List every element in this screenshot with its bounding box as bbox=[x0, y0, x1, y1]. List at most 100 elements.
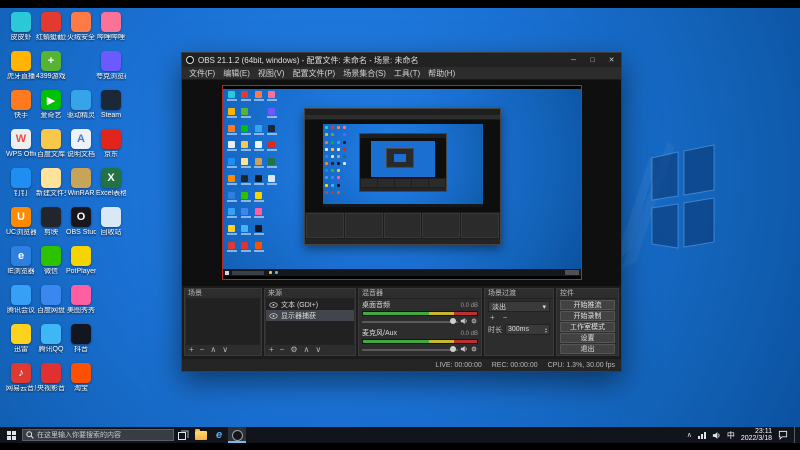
spinner-down-icon[interactable]: ▾ bbox=[545, 329, 547, 333]
sources-list[interactable]: 文本 (GDI+) 显示器捕获 bbox=[266, 299, 354, 344]
task-view-button[interactable] bbox=[174, 427, 192, 443]
file-explorer-button[interactable] bbox=[192, 427, 210, 443]
desktop-icon[interactable]: 驱动精灵 bbox=[66, 90, 96, 128]
desktop-icon[interactable]: +4399游戏盒 bbox=[36, 51, 66, 89]
menu-scene-collection[interactable]: 场景集合(S) bbox=[339, 68, 390, 79]
desktop-icon[interactable]: 迅雷 bbox=[6, 324, 36, 362]
ie-browser-button[interactable]: e bbox=[210, 427, 228, 443]
source-up-button[interactable]: ∧ bbox=[304, 346, 310, 354]
desktop-icon[interactable]: 微信 bbox=[36, 246, 66, 284]
source-item[interactable]: 显示器捕获 bbox=[266, 310, 354, 321]
source-item[interactable]: 文本 (GDI+) bbox=[266, 299, 354, 310]
mini-desktop-icon-label bbox=[227, 149, 237, 152]
desktop-icon[interactable]: 美图秀秀 bbox=[66, 285, 96, 323]
desktop-icon[interactable]: 百度文库 bbox=[36, 129, 66, 167]
app-icon: O bbox=[71, 207, 91, 227]
mini-desktop-icon bbox=[331, 133, 335, 137]
desktop-icon[interactable]: 哔哩哔哩 bbox=[96, 12, 126, 50]
desktop-icon[interactable]: ♪ 网易云音乐 bbox=[6, 363, 36, 401]
notification-center-icon[interactable] bbox=[778, 430, 788, 440]
add-scene-button[interactable]: + bbox=[189, 346, 194, 354]
volume-slider-handle[interactable] bbox=[450, 346, 457, 352]
app-icon bbox=[71, 12, 91, 32]
desktop-icon[interactable]: 回收站 bbox=[96, 207, 126, 245]
obs-taskbar-button[interactable] bbox=[228, 427, 246, 443]
volume-slider[interactable] bbox=[362, 318, 458, 325]
menu-tools[interactable]: 工具(T) bbox=[390, 68, 424, 79]
speaker-icon[interactable] bbox=[460, 345, 468, 353]
desktop-icon[interactable]: X Excel表格 bbox=[96, 168, 126, 206]
desktop-icon[interactable]: 百度网盘 bbox=[36, 285, 66, 323]
add-source-button[interactable]: + bbox=[269, 346, 274, 354]
desktop-icon[interactable]: 钉钉 bbox=[6, 168, 36, 206]
volume-icon[interactable] bbox=[712, 431, 721, 440]
desktop-icon[interactable]: Steam bbox=[96, 90, 126, 128]
taskbar-clock[interactable]: 23:11 2022/3/18 bbox=[741, 428, 772, 443]
start-button[interactable] bbox=[0, 427, 22, 443]
desktop-icon[interactable]: 淘宝 bbox=[66, 363, 96, 401]
mini-desktop-icon bbox=[227, 208, 235, 216]
remove-scene-button[interactable]: − bbox=[200, 346, 205, 354]
volume-slider[interactable] bbox=[362, 346, 458, 353]
desktop-icon[interactable]: 央视影音 bbox=[36, 363, 66, 401]
menu-profile[interactable]: 配置文件(P) bbox=[289, 68, 340, 79]
visibility-eye-icon[interactable] bbox=[269, 312, 278, 319]
desktop-icon[interactable]: A 说明文档 bbox=[66, 129, 96, 167]
desktop-icon[interactable]: 腾讯QQ bbox=[36, 324, 66, 362]
transition-select[interactable]: 淡出 ▾ bbox=[488, 301, 550, 312]
taskbar: 在这里输入你要搜索的内容 e ∧ 中 23:11 2022/3/18 bbox=[0, 427, 800, 443]
desktop-icon[interactable]: O OBS Studio bbox=[66, 207, 96, 245]
taskbar-search-input[interactable]: 在这里输入你要搜索的内容 bbox=[22, 429, 174, 441]
menu-edit[interactable]: 编辑(E) bbox=[219, 68, 254, 79]
start-streaming-button[interactable]: 开始推流 bbox=[560, 300, 615, 310]
obs-title-bar[interactable]: OBS 21.1.2 (64bit, windows) - 配置文件: 未命名 … bbox=[182, 53, 621, 67]
start-recording-button[interactable]: 开始录制 bbox=[560, 311, 615, 321]
obs-preview-canvas[interactable] bbox=[182, 80, 621, 286]
desktop-icon[interactable]: 新建文件夹 bbox=[36, 168, 66, 206]
volume-slider-handle[interactable] bbox=[450, 318, 457, 324]
desktop-icon[interactable]: ▶ 爱奇艺 bbox=[36, 90, 66, 128]
transition-duration-spinner[interactable]: 300ms ▴ ▾ bbox=[505, 324, 550, 335]
studio-mode-button[interactable]: 工作室模式 bbox=[560, 322, 615, 332]
desktop-icon[interactable]: e IE浏览器 bbox=[6, 246, 36, 284]
source-properties-button[interactable]: ⚙ bbox=[290, 346, 297, 354]
remove-transition-button[interactable]: − bbox=[503, 314, 508, 322]
gear-icon[interactable] bbox=[470, 317, 478, 325]
desktop-icon[interactable]: U UC浏览器 bbox=[6, 207, 36, 245]
desktop-icon[interactable]: PotPlayer bbox=[66, 246, 96, 284]
desktop-icon[interactable]: 抖音 bbox=[66, 324, 96, 362]
menu-view[interactable]: 视图(V) bbox=[254, 68, 289, 79]
visibility-eye-icon[interactable] bbox=[269, 301, 278, 308]
close-button[interactable]: ✕ bbox=[602, 53, 621, 67]
speaker-icon[interactable] bbox=[460, 317, 468, 325]
settings-button[interactable]: 设置 bbox=[560, 333, 615, 343]
desktop-icon[interactable]: W WPS Office bbox=[6, 129, 36, 167]
menu-file[interactable]: 文件(F) bbox=[185, 68, 219, 79]
show-desktop-button[interactable] bbox=[794, 427, 798, 443]
exit-button[interactable]: 退出 bbox=[560, 344, 615, 354]
desktop-icon[interactable]: 皮皮虾 bbox=[6, 12, 36, 50]
desktop-icon[interactable]: 京东 bbox=[96, 129, 126, 167]
scenes-list[interactable] bbox=[186, 299, 260, 344]
ime-indicator[interactable]: 中 bbox=[727, 430, 735, 441]
menu-help[interactable]: 帮助(H) bbox=[424, 68, 459, 79]
add-transition-button[interactable]: + bbox=[490, 314, 495, 322]
desktop-icon[interactable]: 剪映 bbox=[36, 207, 66, 245]
mixer-channel-name: 桌面音频 bbox=[362, 302, 390, 309]
gear-icon[interactable] bbox=[470, 345, 478, 353]
desktop-icon[interactable]: WinRAR bbox=[66, 168, 96, 206]
hidden-icons-chevron[interactable]: ∧ bbox=[687, 431, 692, 439]
desktop-icon[interactable]: 快手 bbox=[6, 90, 36, 128]
desktop-icon[interactable]: 虎牙直播 bbox=[6, 51, 36, 89]
scene-up-button[interactable]: ∧ bbox=[210, 346, 216, 354]
desktop-icon[interactable]: 红蜻蜓截图 bbox=[36, 12, 66, 50]
maximize-button[interactable]: □ bbox=[583, 53, 602, 67]
remove-source-button[interactable]: − bbox=[280, 346, 285, 354]
scene-down-button[interactable]: ∨ bbox=[222, 346, 228, 354]
minimize-button[interactable]: ─ bbox=[564, 53, 583, 67]
desktop-icon[interactable]: 火绒安全 bbox=[66, 12, 96, 50]
desktop-icon[interactable]: 夸克浏览器 bbox=[96, 51, 126, 89]
desktop-icon[interactable]: 腾讯会议 bbox=[6, 285, 36, 323]
network-icon[interactable] bbox=[697, 431, 706, 439]
source-down-button[interactable]: ∨ bbox=[315, 346, 321, 354]
